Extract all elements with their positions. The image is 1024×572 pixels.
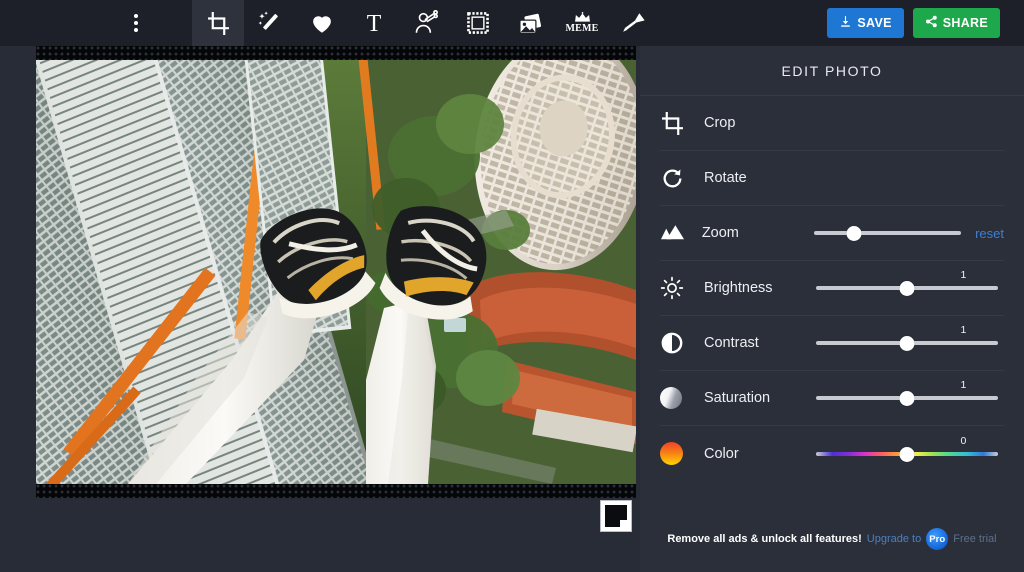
text-t-icon: T <box>361 10 387 36</box>
promo-text: Remove all ads & unlock all features! <box>667 533 862 545</box>
contrast-value: 1 <box>960 324 967 336</box>
brightness-value: 1 <box>960 269 967 281</box>
saturation-slider-knob[interactable] <box>899 391 915 406</box>
canvas-area <box>0 46 640 572</box>
panel-row-contrast[interactable]: Contrast 1 <box>660 316 1004 371</box>
contrast-slider-knob[interactable] <box>899 336 915 351</box>
crop-icon <box>206 11 231 36</box>
tool-text[interactable]: T <box>348 0 400 46</box>
saturation-icon <box>660 387 704 409</box>
meme-label: MEME <box>565 23 599 34</box>
panel-row-brightness-label: Brightness <box>704 280 773 296</box>
contrast-slider[interactable]: 1 <box>816 324 998 358</box>
save-button[interactable]: SAVE <box>827 8 904 38</box>
panel-row-saturation[interactable]: Saturation 1 <box>660 371 1004 426</box>
letterbox-band-top <box>36 46 636 60</box>
person-cutout-icon <box>413 10 439 36</box>
tool-crop[interactable] <box>192 0 244 46</box>
tool-frame[interactable] <box>452 0 504 46</box>
color-slider[interactable]: 0 <box>816 435 998 469</box>
upgrade-promo-bar: Remove all ads & unlock all features! Up… <box>640 528 1024 550</box>
panel-row-rotate[interactable]: Rotate <box>660 151 1004 206</box>
brightness-slider[interactable]: 1 <box>816 269 998 303</box>
toolbar-menu-button[interactable] <box>110 0 162 46</box>
zoom-reset-link[interactable]: reset <box>975 226 1004 241</box>
heart-icon <box>309 10 335 36</box>
zoom-slider[interactable] <box>813 218 962 248</box>
tool-collage[interactable] <box>504 0 556 46</box>
rotate-cw-icon <box>660 166 704 191</box>
panel-row-brightness[interactable]: Brightness 1 <box>660 261 1004 316</box>
contrast-icon <box>660 331 704 355</box>
panel-row-saturation-label: Saturation <box>704 390 771 406</box>
share-label: SHARE <box>942 16 988 30</box>
panel-row-color-label: Color <box>704 445 739 462</box>
saturation-value: 1 <box>960 379 967 391</box>
magic-wand-icon <box>257 10 283 36</box>
panel-row-zoom-label: Zoom <box>701 225 739 241</box>
svg-text:T: T <box>367 11 382 36</box>
saturation-slider[interactable]: 1 <box>816 379 998 413</box>
panel-row-crop[interactable]: Crop <box>660 96 1004 151</box>
crop-handle-inner <box>605 505 627 527</box>
collage-icon <box>517 10 544 37</box>
tool-enhance[interactable] <box>244 0 296 46</box>
color-wheel-icon <box>660 442 704 465</box>
brightness-slider-knob[interactable] <box>899 281 915 296</box>
share-button[interactable]: SHARE <box>912 8 1000 38</box>
toolbar-actions: SAVE SHARE <box>827 8 1024 38</box>
crop-icon <box>660 111 704 136</box>
panel-row-crop-label: Crop <box>704 115 736 131</box>
free-trial-link[interactable]: Free trial <box>953 533 996 545</box>
zoom-slider-track <box>813 231 962 235</box>
tool-meme[interactable]: MEME <box>556 0 608 46</box>
mountains-icon <box>660 223 702 243</box>
panel-row-zoom[interactable]: Zoom reset <box>660 206 1004 261</box>
toolbar-gap <box>162 0 192 46</box>
edit-options-list: Crop Rotate Zoom reset Brightness 1 Cont… <box>640 96 1024 481</box>
frame-icon <box>465 10 491 36</box>
tool-cutout[interactable] <box>400 0 452 46</box>
panel-row-rotate-label: Rotate <box>704 170 747 186</box>
photo-image <box>36 60 636 484</box>
color-value: 0 <box>960 434 967 447</box>
tool-draw[interactable] <box>608 0 660 46</box>
toolbar-left-spacer <box>0 0 110 46</box>
top-toolbar: T MEME SAVE SHARE <box>0 0 1024 46</box>
share-nodes-icon <box>925 15 938 31</box>
panel-row-contrast-label: Contrast <box>704 335 759 351</box>
zoom-slider-knob[interactable] <box>846 226 862 241</box>
letterbox-band-bottom <box>36 484 636 498</box>
photo-editor-app: T MEME SAVE SHARE EDIT PHOTO Crop Rotate… <box>0 0 1024 572</box>
upgrade-link[interactable]: Upgrade to <box>867 533 921 545</box>
download-icon <box>839 15 852 31</box>
save-label: SAVE <box>857 16 892 30</box>
panel-title: EDIT PHOTO <box>640 46 1024 96</box>
pro-badge[interactable]: Pro <box>926 528 949 550</box>
tool-stickers[interactable] <box>296 0 348 46</box>
edit-photo-panel: EDIT PHOTO Crop Rotate Zoom reset Bright… <box>640 46 1024 572</box>
color-slider-knob[interactable] <box>899 446 915 462</box>
panel-row-color[interactable]: Color 0 <box>660 426 1004 481</box>
paint-brush-icon <box>621 10 647 36</box>
meme-crown-icon: MEME <box>565 12 598 34</box>
photo-canvas[interactable] <box>36 46 636 498</box>
sun-icon <box>660 276 704 300</box>
more-vertical-icon <box>134 14 138 32</box>
crop-resize-handle[interactable] <box>600 500 632 532</box>
